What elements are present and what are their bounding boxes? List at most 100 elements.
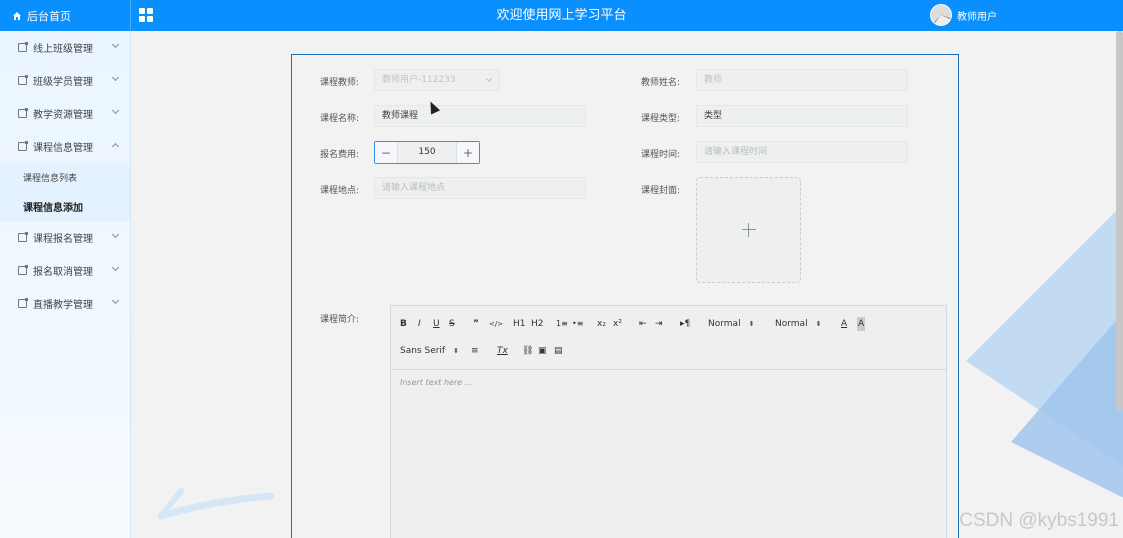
font-select-value: Sans Serif [400,346,446,356]
align-select[interactable]: ≡ [471,344,479,358]
course-time-field[interactable]: 请输入课程时间 [696,141,908,163]
course-time-label: 课程时间: [640,150,680,160]
link-button[interactable]: ⛓ [522,344,533,358]
teacher-name-field[interactable]: 教师 [696,69,908,91]
watermark: CSDN @kybs1991 [959,510,1119,531]
header-select[interactable]: Normal ⬍ [775,317,821,331]
home-label: 后台首页 [27,9,71,23]
course-form: 课程教师: 教师用户-112233 教师姓名: 教师 课程名称: 教师课程 课程… [291,54,959,538]
header1-button[interactable]: H1 [513,317,526,331]
sidebar-item-resources[interactable]: 教学资源管理 [0,97,130,130]
course-type-label: 课程类型: [640,114,680,124]
chevron-down-icon [111,106,120,115]
subscript-button[interactable]: x₂ [597,317,606,331]
sidebar-item-enrollment[interactable]: 课程报名管理 [0,221,130,254]
edit-icon [18,42,28,52]
plus-icon [741,223,756,237]
sidebar-item-course-info[interactable]: 课程信息管理 [0,130,130,163]
sidebar-item-class-online[interactable]: 线上班级管理 [0,31,130,64]
sidebar: 线上班级管理 班级学员管理 教学资源管理 课程信息管理 课程信息列表 课程信息添… [0,31,131,538]
fee-value[interactable]: 150 [398,142,456,163]
location-label: 课程地点: [319,186,359,196]
sidebar-subitem-course-add[interactable]: 课程信息添加 [0,192,130,221]
edit-icon [18,141,28,151]
fee-label: 报名费用: [319,150,359,160]
cover-upload[interactable] [696,177,801,283]
fee-stepper[interactable]: − 150 + [374,141,480,164]
edit-icon [18,265,28,275]
text-color-button[interactable]: A [841,317,847,331]
sidebar-item-label: 课程信息管理 [33,143,93,154]
edit-icon [18,75,28,85]
chevron-up-icon [111,142,120,151]
increase-button[interactable]: + [456,142,479,163]
sidebar-item-label: 课程报名管理 [33,234,93,245]
sidebar-item-label: 班级学员管理 [33,77,93,88]
strike-button[interactable]: S [449,317,455,331]
header2-button[interactable]: H2 [531,317,544,331]
home-link[interactable]: 后台首页 [0,0,131,31]
decrease-button[interactable]: − [375,142,398,163]
italic-button[interactable]: I [418,317,421,331]
main-content: 课程教师: 教师用户-112233 教师姓名: 教师 课程名称: 教师课程 课程… [131,31,1123,538]
bullet-list-button[interactable]: •≡ [572,317,583,331]
sidebar-item-class-students[interactable]: 班级学员管理 [0,64,130,97]
scrollbar[interactable] [1116,31,1123,411]
background-color-button[interactable]: A [857,317,866,331]
chevron-down-icon [111,230,120,239]
updown-icon: ⬍ [815,320,822,328]
sidebar-item-label: 线上班级管理 [33,44,93,55]
sidebar-item-live[interactable]: 直播教学管理 [0,287,130,320]
cover-label: 课程封面: [640,186,680,196]
sidebar-item-cancel-enrollment[interactable]: 报名取消管理 [0,254,130,287]
underline-button[interactable]: U [433,317,440,331]
updown-icon: ⬍ [453,347,459,355]
image-button[interactable]: ▣ [538,344,547,358]
intro-label: 课程简介: [319,315,359,325]
teacher-select[interactable]: 教师用户-112233 [374,69,500,91]
edit-icon [18,108,28,118]
font-select[interactable]: Sans Serif ⬍ [400,344,459,358]
chevron-down-icon [486,76,492,82]
ordered-list-button[interactable]: 1≡ [556,317,568,331]
chevron-down-icon [111,73,120,82]
text-direction-button[interactable]: ▸¶ [680,317,690,331]
rich-text-editor: B I U S ” </> H1 H2 1≡ •≡ x₂ x² ⇤ ⇥ ▸¶ N… [390,305,947,538]
editor-toolbar: B I U S ” </> H1 H2 1≡ •≡ x₂ x² ⇤ ⇥ ▸¶ N… [391,306,946,370]
updown-icon: ⬍ [748,320,755,328]
sidebar-subitem-course-list[interactable]: 课程信息列表 [0,163,130,192]
size-select-value: Normal [708,319,741,329]
editor-placeholder[interactable]: Insert text here ... [400,378,472,387]
sidebar-item-label: 教学资源管理 [33,110,93,121]
video-button[interactable]: ▤ [554,344,563,358]
menu-toggle-icon[interactable] [139,8,153,22]
teacher-name-label: 教师姓名: [640,78,680,88]
chevron-down-icon [111,296,120,305]
code-block-button[interactable]: </> [489,317,503,331]
chevron-down-icon [111,263,120,272]
user-name: 教师用户 [957,11,997,23]
location-field[interactable]: 请输入课程地点 [374,177,586,199]
superscript-button[interactable]: x² [613,317,622,331]
sidebar-item-label: 直播教学管理 [33,300,93,311]
course-name-label: 课程名称: [319,114,359,124]
home-icon [13,11,21,20]
top-header: 后台首页 欢迎使用网上学习平台 教师用户 [0,0,1123,31]
header-select-value: Normal [775,319,808,329]
teacher-label: 课程教师: [319,78,359,88]
edit-icon [18,232,28,242]
teacher-value: 教师用户-112233 [382,75,456,85]
sidebar-item-label: 报名取消管理 [33,267,93,278]
indent-button[interactable]: ⇥ [655,317,663,331]
chevron-down-icon [111,40,120,49]
course-type-field[interactable]: 类型 [696,105,908,127]
edit-icon [18,298,28,308]
user-menu[interactable]: 教师用户 [930,4,997,26]
size-select[interactable]: Normal ⬍ [708,317,754,331]
blockquote-button[interactable]: ” [473,317,479,331]
outdent-button[interactable]: ⇤ [639,317,647,331]
bold-button[interactable]: B [400,317,407,331]
clean-format-button[interactable]: Tx [497,344,508,358]
avatar[interactable] [930,4,952,26]
course-name-field[interactable]: 教师课程 [374,105,586,127]
